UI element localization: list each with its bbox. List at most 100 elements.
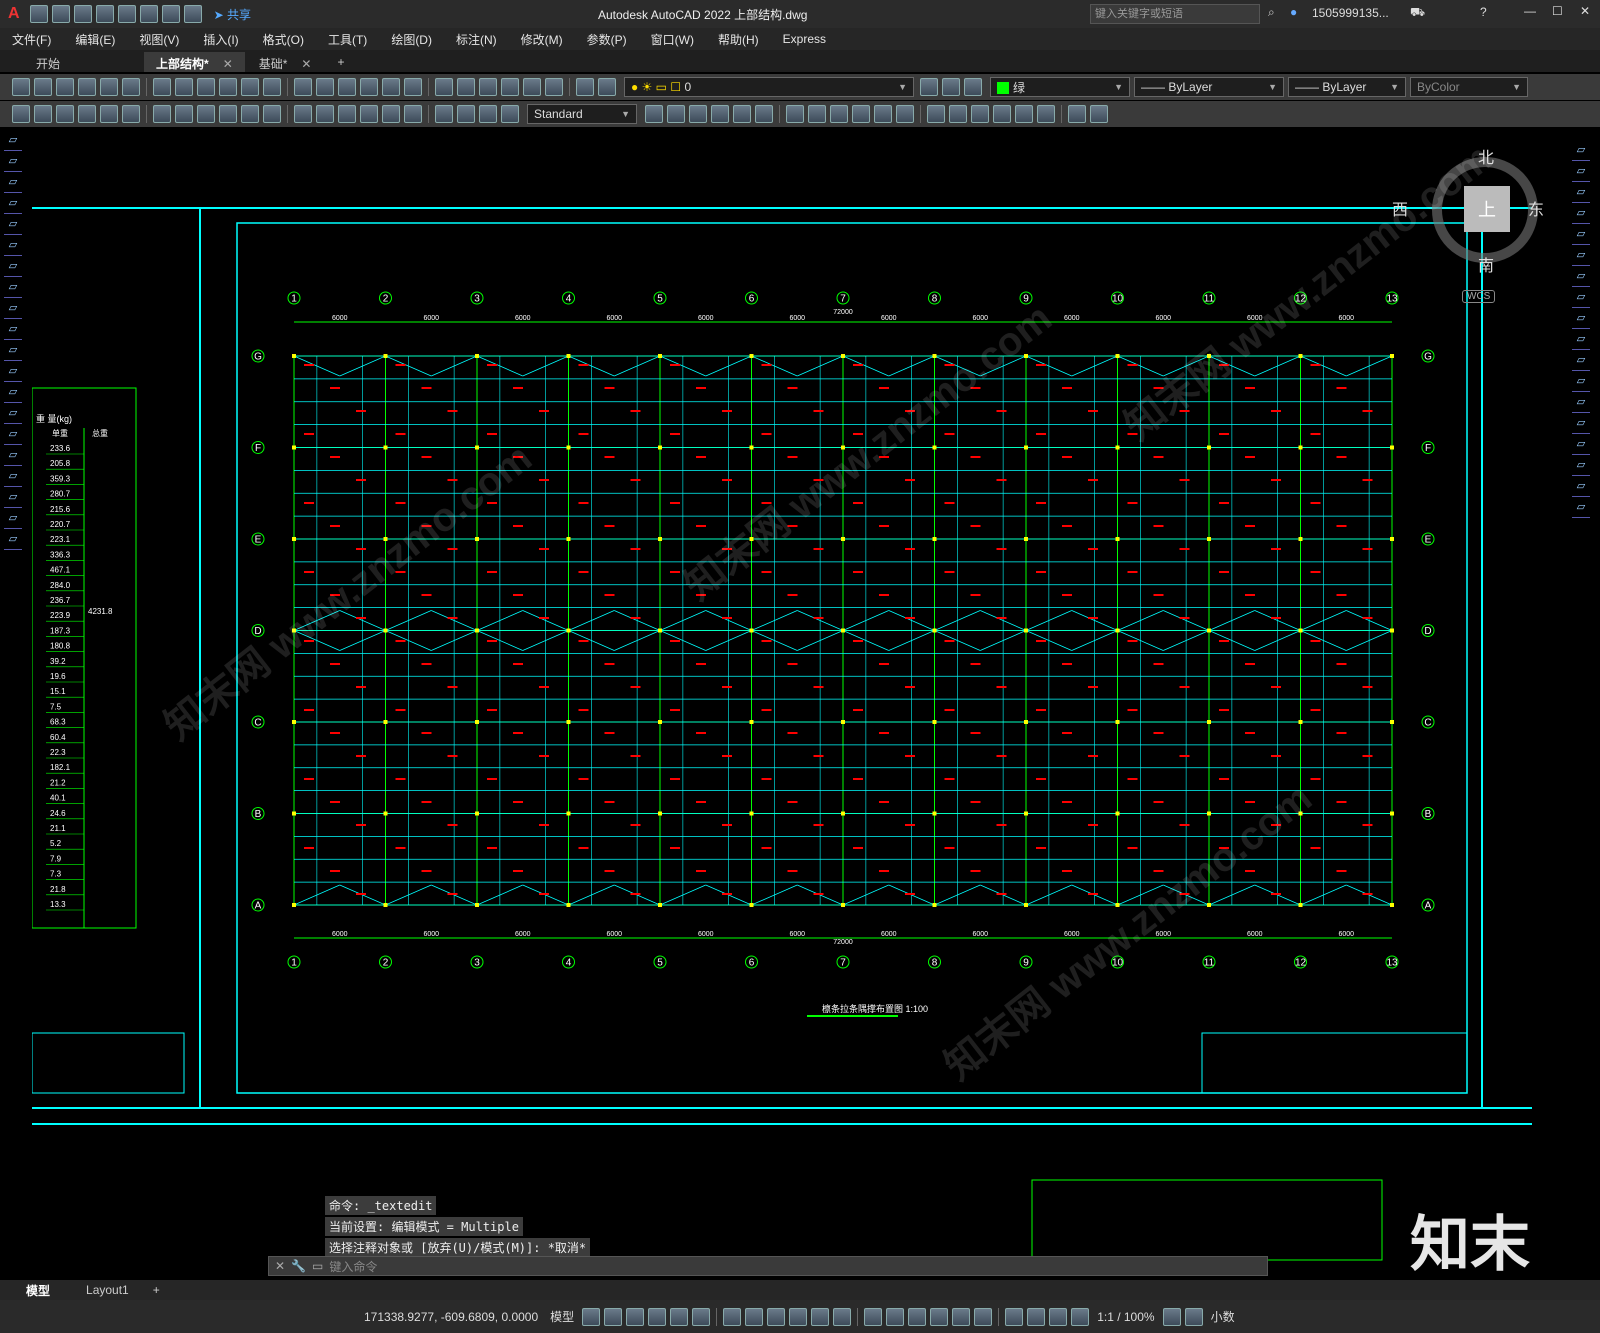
wcs-button[interactable]: WCS	[1462, 290, 1496, 303]
status-tool-icon[interactable]	[930, 1307, 949, 1326]
menu-dimension[interactable]: 标注(N)	[456, 31, 497, 48]
standard-tool-icon[interactable]	[241, 78, 259, 96]
standard-tool-icon[interactable]	[576, 78, 594, 96]
standard-tool-icon[interactable]	[435, 78, 453, 96]
dimension-tool-icon[interactable]	[404, 105, 422, 123]
modify-tool-icon[interactable]	[733, 105, 751, 123]
user-icon[interactable]: ●	[1290, 5, 1297, 19]
menu-insert[interactable]: 插入(I)	[203, 31, 238, 48]
modify-tool-icon[interactable]	[874, 105, 892, 123]
modify-tool-icon[interactable]	[808, 105, 826, 123]
modify-tool-icon[interactable]	[711, 105, 729, 123]
tab-model[interactable]: 模型	[26, 1282, 50, 1299]
modify-tool-icon[interactable]: ▱	[1572, 143, 1590, 161]
standard-tool-icon[interactable]	[12, 78, 30, 96]
standard-tool-icon[interactable]	[360, 78, 378, 96]
draw-tool-icon[interactable]: ▱	[4, 364, 22, 382]
command-input[interactable]: ✕ 🔧 ▭ 键入命令	[268, 1256, 1268, 1276]
status-tool-icon[interactable]	[692, 1307, 711, 1326]
minimize-icon[interactable]: —	[1524, 4, 1536, 18]
coordinates-readout[interactable]: 171338.9277, -609.6809, 0.0000	[364, 1310, 538, 1324]
modify-tool-icon[interactable]	[830, 105, 848, 123]
dimension-tool-icon[interactable]	[219, 105, 237, 123]
status-tool-icon[interactable]	[648, 1307, 667, 1326]
status-tool-icon[interactable]	[886, 1307, 905, 1326]
draw-tool-icon[interactable]: ▱	[4, 217, 22, 235]
draw-tool-icon[interactable]: ▱	[4, 133, 22, 151]
status-tool-icon[interactable]	[1027, 1307, 1046, 1326]
viewcube-east[interactable]: 东	[1528, 196, 1544, 220]
dimension-tool-icon[interactable]	[457, 105, 475, 123]
layer-previous-icon[interactable]	[964, 78, 982, 96]
dimension-tool-icon[interactable]	[263, 105, 281, 123]
modify-tool-icon[interactable]: ▱	[1572, 416, 1590, 434]
modify-tool-icon[interactable]	[927, 105, 945, 123]
save-as-icon[interactable]	[95, 5, 114, 23]
draw-tool-icon[interactable]: ▱	[4, 385, 22, 403]
menu-draw[interactable]: 绘图(D)	[391, 31, 432, 48]
help-icon[interactable]: ?	[1480, 5, 1487, 19]
dimension-tool-icon[interactable]	[12, 105, 30, 123]
units-display[interactable]: 小数	[1211, 1308, 1235, 1325]
status-tool-icon[interactable]	[723, 1307, 742, 1326]
menu-file[interactable]: 文件(F)	[12, 31, 51, 48]
menu-tools[interactable]: 工具(T)	[328, 31, 367, 48]
plotstyle-dropdown[interactable]: ByColor ▼	[1410, 77, 1528, 97]
open-file-icon[interactable]	[51, 5, 70, 23]
standard-tool-icon[interactable]	[175, 78, 193, 96]
tab-foundation[interactable]: 基础* ✕	[247, 52, 324, 72]
dimension-tool-icon[interactable]	[382, 105, 400, 123]
standard-tool-icon[interactable]	[219, 78, 237, 96]
viewcube-south[interactable]: 南	[1478, 252, 1494, 276]
save-icon[interactable]	[73, 5, 92, 23]
tab-start[interactable]: 开始	[24, 52, 72, 72]
dimension-tool-icon[interactable]	[100, 105, 118, 123]
standard-tool-icon[interactable]	[382, 78, 400, 96]
make-current-icon[interactable]	[942, 78, 960, 96]
linetype-dropdown[interactable]: —— ByLayer ▼	[1134, 77, 1284, 97]
annotation-scale[interactable]: 1:1 / 100%	[1097, 1310, 1154, 1324]
modify-tool-icon[interactable]	[1068, 105, 1086, 123]
modify-tool-icon[interactable]	[971, 105, 989, 123]
status-tool-icon[interactable]	[974, 1307, 993, 1326]
status-tool-icon[interactable]	[864, 1307, 883, 1326]
dimension-tool-icon[interactable]	[175, 105, 193, 123]
menu-help[interactable]: 帮助(H)	[718, 31, 759, 48]
menu-view[interactable]: 视图(V)	[139, 31, 179, 48]
dimension-tool-icon[interactable]	[435, 105, 453, 123]
modify-tool-icon[interactable]: ▱	[1572, 185, 1590, 203]
standard-tool-icon[interactable]	[100, 78, 118, 96]
status-tool-icon[interactable]	[767, 1307, 786, 1326]
standard-tool-icon[interactable]	[153, 78, 171, 96]
dimension-tool-icon[interactable]	[56, 105, 74, 123]
modify-tool-icon[interactable]	[645, 105, 663, 123]
modify-tool-icon[interactable]	[852, 105, 870, 123]
draw-tool-icon[interactable]: ▱	[4, 322, 22, 340]
dimension-tool-icon[interactable]	[501, 105, 519, 123]
dimension-tool-icon[interactable]	[78, 105, 96, 123]
status-tool-icon[interactable]	[908, 1307, 927, 1326]
close-tab-icon[interactable]: ✕	[301, 57, 311, 71]
status-tool-icon[interactable]	[582, 1307, 601, 1326]
draw-tool-icon[interactable]: ▱	[4, 301, 22, 319]
search-input[interactable]: 键入关键字或短语	[1090, 4, 1260, 24]
status-tool-icon[interactable]	[952, 1307, 971, 1326]
modify-tool-icon[interactable]: ▱	[1572, 437, 1590, 455]
search-icon[interactable]: ⌕	[1268, 5, 1275, 20]
standard-tool-icon[interactable]	[479, 78, 497, 96]
print-icon[interactable]	[139, 5, 158, 23]
draw-tool-icon[interactable]: ▱	[4, 469, 22, 487]
draw-tool-icon[interactable]: ▱	[4, 196, 22, 214]
close-icon[interactable]: ✕	[1580, 4, 1590, 18]
dimension-tool-icon[interactable]	[153, 105, 171, 123]
modify-tool-icon[interactable]: ▱	[1572, 500, 1590, 518]
plot-icon[interactable]	[117, 5, 136, 23]
standard-tool-icon[interactable]	[34, 78, 52, 96]
standard-tool-icon[interactable]	[316, 78, 334, 96]
modify-tool-icon[interactable]	[667, 105, 685, 123]
dimension-tool-icon[interactable]	[316, 105, 334, 123]
status-tool-icon[interactable]	[670, 1307, 689, 1326]
modify-tool-icon[interactable]	[896, 105, 914, 123]
tab-upper-structure[interactable]: 上部结构* ✕	[144, 52, 245, 72]
menu-format[interactable]: 格式(O)	[263, 31, 304, 48]
